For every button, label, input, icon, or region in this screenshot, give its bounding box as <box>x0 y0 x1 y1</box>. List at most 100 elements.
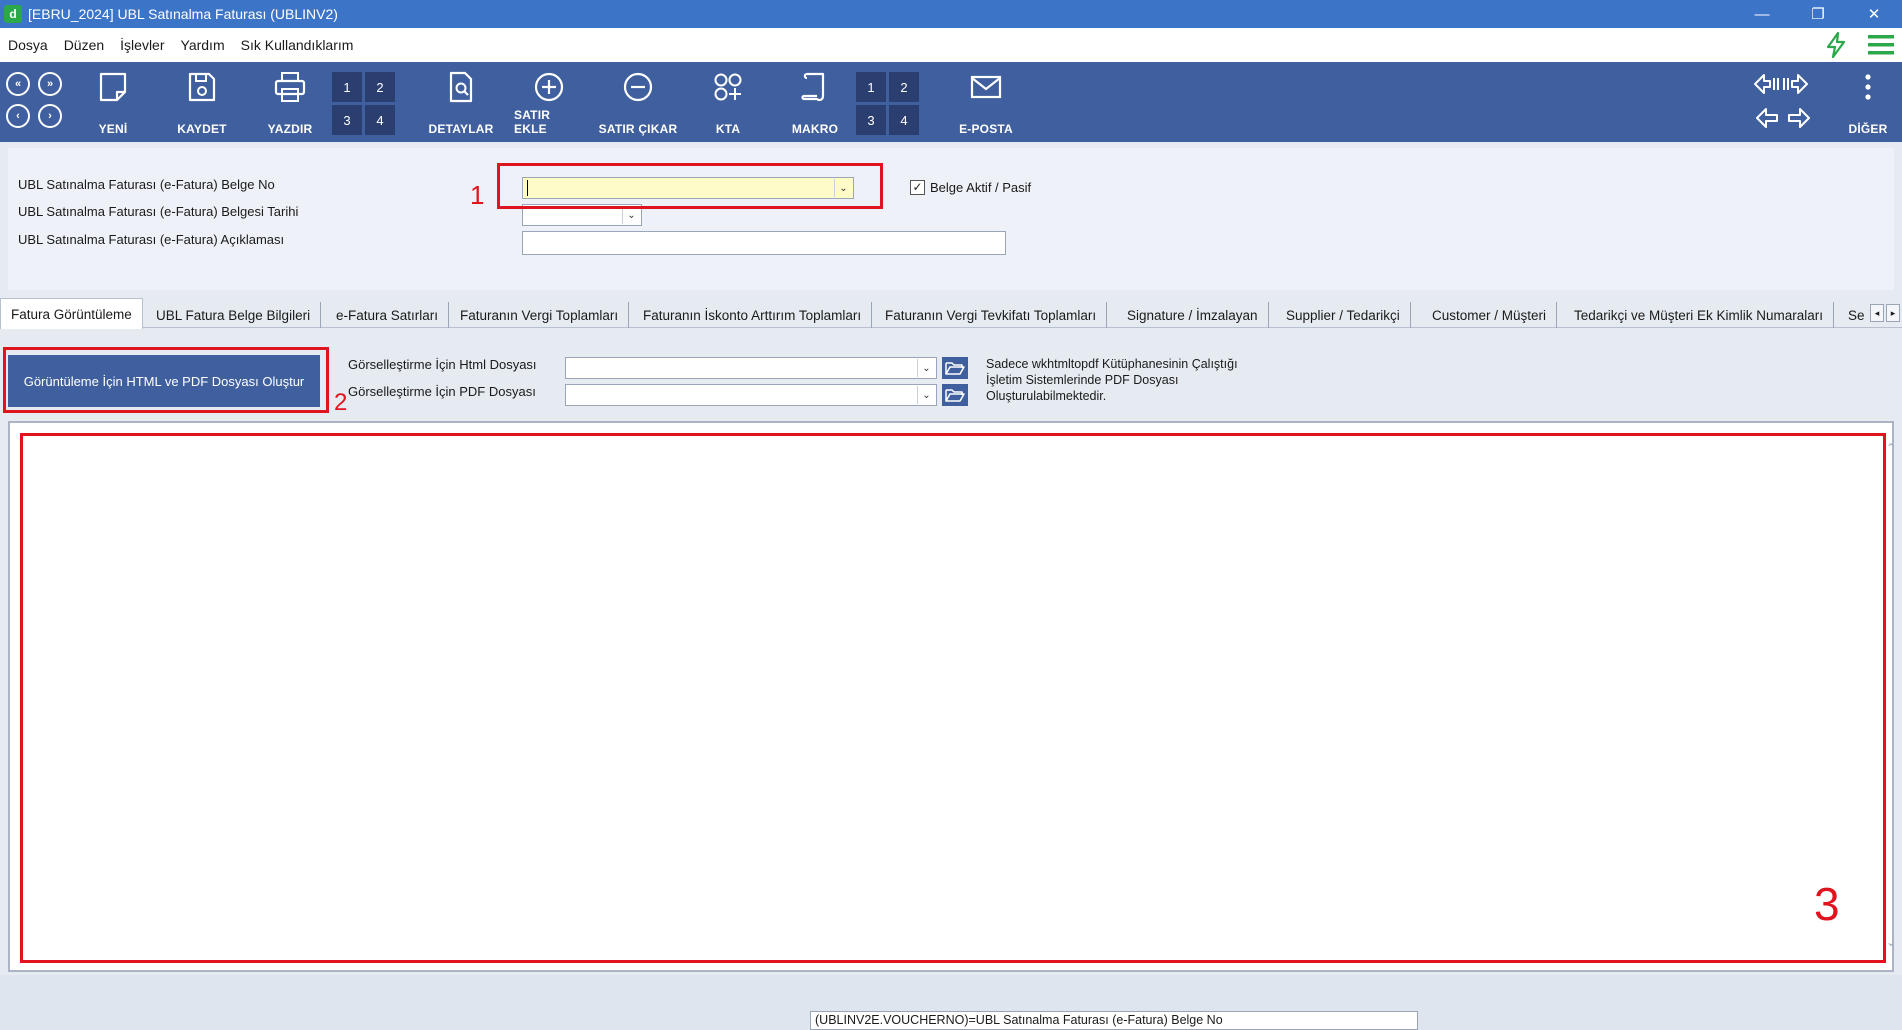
next-document-icon[interactable] <box>1782 72 1810 96</box>
title-bar: d [EBRU_2024] UBL Satınalma Faturası (UB… <box>0 0 1902 28</box>
tab-fatura-goruntuleme[interactable]: Fatura Görüntüleme <box>0 298 143 329</box>
toolbar: « » ‹ › YENİ KAYDET YAZDIR 1 2 3 4 DETAY… <box>0 62 1902 142</box>
menu-duzen[interactable]: Düzen <box>56 37 112 53</box>
macro-slot-4[interactable]: 4 <box>889 105 919 135</box>
belge-aktif-checkbox[interactable]: ✓ <box>910 180 925 195</box>
annotation-number-2: 2 <box>334 389 348 416</box>
tab-vergi-tevkifati-toplamlari[interactable]: Faturanın Vergi Tevkifatı Toplamları <box>875 302 1108 328</box>
satir-cikar-button[interactable]: SATIR ÇIKAR <box>598 70 678 136</box>
satir-ekle-button[interactable]: SATIR EKLE <box>514 70 584 136</box>
scroll-down-icon[interactable]: ⌄ <box>1886 935 1896 949</box>
pdf-file-label: Görselleştirme İçin PDF Dosyası <box>348 384 536 399</box>
menu-islevler[interactable]: İşlevler <box>112 37 172 53</box>
detaylar-button[interactable]: DETAYLAR <box>428 70 494 136</box>
folder-open-icon <box>945 389 965 402</box>
minimize-button[interactable]: — <box>1734 0 1790 28</box>
next-record-icon[interactable]: › <box>38 104 62 128</box>
aciklama-label: UBL Satınalma Faturası (e-Fatura) Açıkla… <box>18 232 285 247</box>
print-slot-2[interactable]: 2 <box>365 72 395 102</box>
tab-signature-imzalayan[interactable]: Signature / İmzalayan <box>1117 302 1269 328</box>
aciklama-input[interactable] <box>522 231 1006 255</box>
tab-se[interactable]: Se <box>1844 302 1869 328</box>
makro-button[interactable]: MAKRO <box>788 70 842 136</box>
fatura-goruntuleme-panel: Görüntüleme İçin HTML ve PDF Dosyası Olu… <box>0 329 1902 421</box>
note-line-1: Sadece wkhtmltopdf Kütüphanesinin Çalışt… <box>986 357 1238 371</box>
belge-aktif-label: Belge Aktif / Pasif <box>930 180 1032 195</box>
window-title: [EBRU_2024] UBL Satınalma Faturası (UBLI… <box>28 6 338 22</box>
pdf-file-combo[interactable]: ⌄ <box>565 384 937 406</box>
folder-open-icon <box>945 362 965 375</box>
back-arrow-icon[interactable] <box>1754 106 1780 130</box>
menu-yardim[interactable]: Yardım <box>173 37 233 53</box>
prev-document-icon[interactable] <box>1752 72 1780 96</box>
scroll-icon <box>801 72 825 102</box>
lightning-icon[interactable] <box>1824 31 1848 59</box>
kaydet-button[interactable]: KAYDET <box>174 70 230 136</box>
menu-dosya[interactable]: Dosya <box>0 37 56 53</box>
tab-supplier-tedarikci[interactable]: Supplier / Tedarikçi <box>1276 302 1411 328</box>
scroll-up-icon[interactable]: ⌃ <box>1886 441 1896 455</box>
minus-circle-icon <box>623 72 653 102</box>
tab-bar: Fatura Görüntüleme UBL Fatura Belge Bilg… <box>0 298 1902 329</box>
macro-slot-3[interactable]: 3 <box>856 105 886 135</box>
yazdir-button[interactable]: YAZDIR <box>264 70 316 136</box>
more-vertical-icon <box>1865 74 1871 100</box>
document-search-icon <box>449 71 473 103</box>
close-button[interactable]: ✕ <box>1846 0 1902 28</box>
chevron-down-icon[interactable]: ⌄ <box>917 386 935 404</box>
diger-button[interactable]: DİĞER <box>1846 70 1890 136</box>
yeni-button[interactable]: YENİ <box>92 70 134 136</box>
record-navigation: « » ‹ › <box>6 72 66 134</box>
macro-slot-2[interactable]: 2 <box>889 72 919 102</box>
print-slot-1[interactable]: 1 <box>332 72 362 102</box>
kta-grid-icon <box>714 73 742 101</box>
app-logo-icon: d <box>4 5 22 23</box>
belge-no-label: UBL Satınalma Faturası (e-Fatura) Belge … <box>18 177 275 192</box>
macro-slots: 1 2 3 4 <box>856 72 919 135</box>
eposta-button[interactable]: E-POSTA <box>954 70 1018 136</box>
note-line-3: Oluşturulabilmektedir. <box>986 389 1107 403</box>
macro-slot-1[interactable]: 1 <box>856 72 886 102</box>
print-slot-3[interactable]: 3 <box>332 105 362 135</box>
wkhtmltopdf-note: Sadece wkhtmltopdf Kütüphanesinin Çalışt… <box>986 356 1238 404</box>
tab-vergi-toplamlari[interactable]: Faturanın Vergi Toplamları <box>450 302 630 328</box>
document-header-form: UBL Satınalma Faturası (e-Fatura) Belge … <box>8 148 1894 290</box>
invoice-preview-area[interactable]: 3 ⌃ ⌄ <box>8 421 1896 972</box>
tab-scroll-left-icon[interactable]: ◂ <box>1870 304 1884 322</box>
print-slot-4[interactable]: 4 <box>365 105 395 135</box>
chevron-down-icon[interactable]: ⌄ <box>917 359 935 377</box>
annotation-box-1 <box>497 163 883 209</box>
first-record-icon[interactable]: « <box>6 72 30 96</box>
menu-sik-kullandiklarim[interactable]: Sık Kullandıklarım <box>233 37 362 53</box>
hamburger-menu-icon[interactable] <box>1866 32 1896 58</box>
last-record-icon[interactable]: » <box>38 72 62 96</box>
tab-iskonto-arttirim-toplamlari[interactable]: Faturanın İskonto Arttırım Toplamları <box>633 302 873 328</box>
save-icon <box>188 72 216 102</box>
envelope-icon <box>970 75 1002 99</box>
annotation-number-1: 1 <box>470 180 485 210</box>
printer-icon <box>274 72 306 102</box>
tab-scroll-right-icon[interactable]: ▸ <box>1886 304 1900 322</box>
print-slots: 1 2 3 4 <box>332 72 395 135</box>
html-file-combo[interactable]: ⌄ <box>565 357 937 379</box>
annotation-box-3 <box>20 433 1886 963</box>
new-document-icon <box>99 72 127 102</box>
tab-ubl-fatura-belge-bilgileri[interactable]: UBL Fatura Belge Bilgileri <box>146 302 322 328</box>
field-hint: (UBLINV2E.VOUCHERNO)=UBL Satınalma Fatur… <box>810 1011 1418 1030</box>
belge-tarihi-label: UBL Satınalma Faturası (e-Fatura) Belges… <box>18 204 299 219</box>
tab-ek-kimlik-numaralari[interactable]: Tedarikçi ve Müşteri Ek Kimlik Numaralar… <box>1564 302 1835 328</box>
plus-circle-icon <box>534 72 564 102</box>
forward-arrow-icon[interactable] <box>1786 106 1812 130</box>
note-line-2: İşletim Sistemlerinde PDF Dosyası <box>986 373 1179 387</box>
menu-bar: Dosya Düzen İşlevler Yardım Sık Kullandı… <box>0 28 1902 62</box>
kta-button[interactable]: KTA <box>708 70 748 136</box>
tab-customer-musteri[interactable]: Customer / Müşteri <box>1422 302 1558 328</box>
annotation-number-3: 3 <box>1814 878 1840 930</box>
html-browse-button[interactable] <box>942 357 968 379</box>
status-bar: (UBLINV2E.VOUCHERNO)=UBL Satınalma Fatur… <box>0 975 1902 1030</box>
prev-record-icon[interactable]: ‹ <box>6 104 30 128</box>
restore-button[interactable]: ❐ <box>1790 0 1846 28</box>
html-file-label: Görselleştirme İçin Html Dosyası <box>348 357 537 372</box>
tab-e-fatura-satirlari[interactable]: e-Fatura Satırları <box>326 302 450 328</box>
pdf-browse-button[interactable] <box>942 384 968 406</box>
